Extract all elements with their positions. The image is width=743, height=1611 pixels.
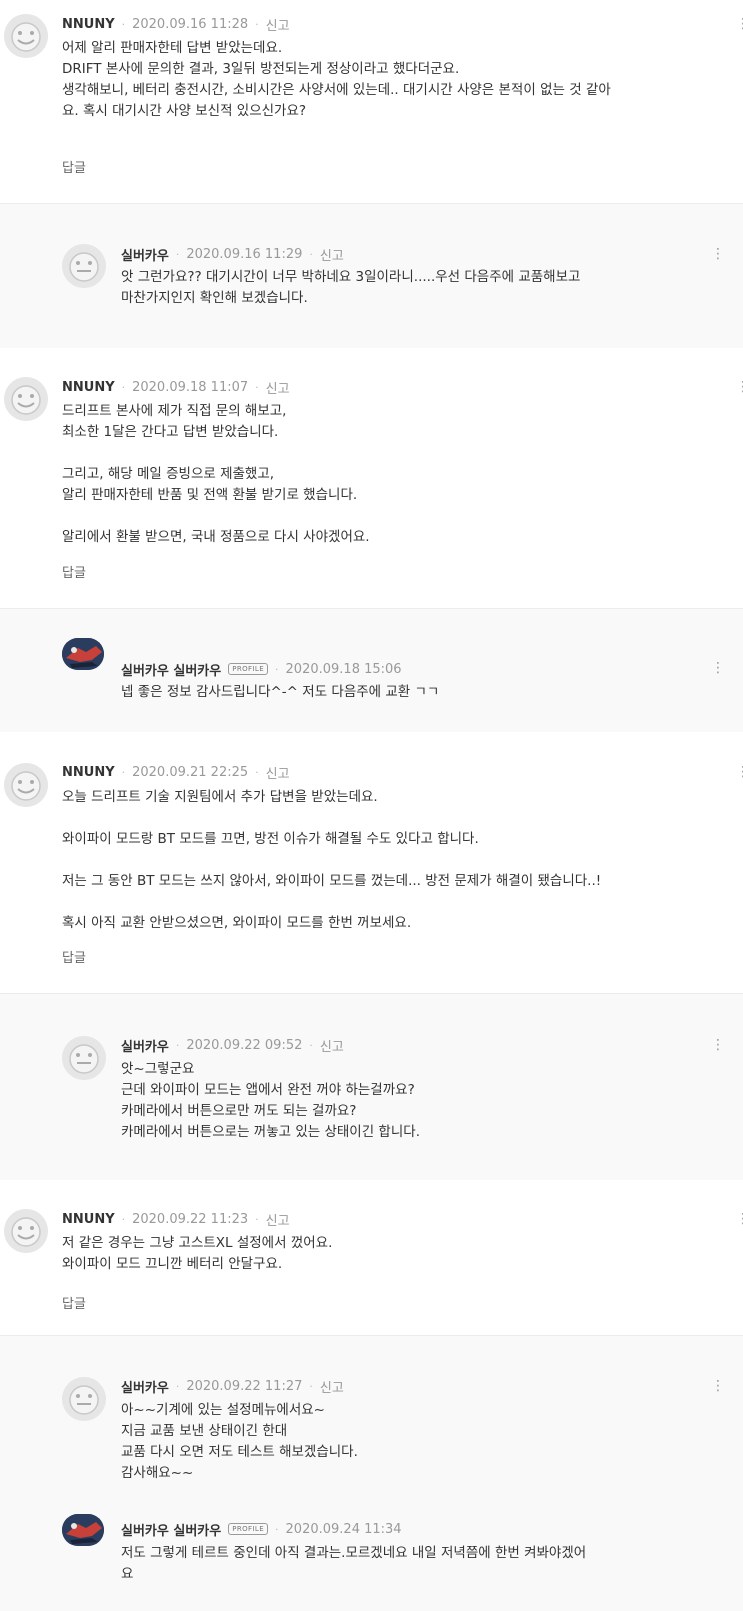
author-name[interactable]: 실버카우 <box>121 245 169 264</box>
more-vertical-icon[interactable]: ⋮ <box>711 247 725 261</box>
report-link[interactable]: 신고 <box>266 378 290 397</box>
comment-body: 앗 그런가요?? 대기시간이 너무 박하네요 3일이라니.....우선 다음주에… <box>121 269 581 306</box>
separator: · <box>275 662 279 676</box>
reply-thread: 실버카우 · 2020.09.22 11:27 · 신고 ⋮ 아~~기계에 있는… <box>0 1335 743 1611</box>
comment-meta: 실버카우 실버카우 PROFILE · 2020.09.24 11:34 <box>121 1520 402 1539</box>
separator: · <box>275 1522 279 1536</box>
comment-thread: NNUNY · 2020.09.21 22:25 · 신고 ⋮ 오늘 드리프트 … <box>0 732 743 993</box>
reply-button[interactable]: 답글 <box>62 157 86 176</box>
separator: · <box>121 1212 126 1226</box>
separator: · <box>121 17 126 31</box>
comment-body: 저도 그렇게 테르트 중인데 아직 결과는.모르겠네요 내일 저녁쯤에 한번 켜… <box>121 1545 587 1582</box>
report-link[interactable]: 신고 <box>266 15 290 34</box>
report-link[interactable]: 신고 <box>266 763 290 782</box>
author-name[interactable]: 실버카우 <box>121 1036 169 1055</box>
comment-body: 드리프트 본사에 제가 직접 문의 해보고, 최소한 1달은 간다고 답변 받았… <box>62 403 370 545</box>
author-name[interactable]: NNUNY <box>62 17 115 32</box>
author-name[interactable]: NNUNY <box>62 380 115 395</box>
author-name[interactable]: NNUNY <box>62 1212 115 1227</box>
smiley-avatar-icon <box>4 14 48 58</box>
comment-date: 2020.09.22 11:27 <box>186 1378 303 1394</box>
avatar[interactable] <box>4 377 48 421</box>
avatar[interactable] <box>62 1036 106 1080</box>
reply-thread: 실버카우 · 2020.09.16 11:29 · 신고 ⋮ 앗 그런가요?? … <box>0 203 743 349</box>
report-link[interactable]: 신고 <box>320 245 344 264</box>
reply-button[interactable]: 답글 <box>62 1293 86 1312</box>
comment-body: 저 같은 경우는 그냥 고스트XL 설정에서 껐어요. 와이파이 모드 끄니깐 … <box>62 1235 333 1272</box>
comment-meta: NNUNY · 2020.09.18 11:07 · 신고 <box>62 378 290 397</box>
comment-meta: 실버카우 · 2020.09.22 09:52 · 신고 <box>121 1036 344 1055</box>
separator: · <box>255 380 259 394</box>
comment-thread: NNUNY · 2020.09.16 11:28 · 신고 ⋮ 어제 알리 판매… <box>0 0 743 203</box>
comment-date: 2020.09.22 09:52 <box>186 1037 303 1053</box>
separator: · <box>309 247 313 261</box>
comment-meta: 실버카우 · 2020.09.22 11:27 · 신고 <box>121 1377 344 1396</box>
comment-meta: NNUNY · 2020.09.21 22:25 · 신고 <box>62 763 290 782</box>
separator: · <box>175 1038 180 1052</box>
reply-button[interactable]: 답글 <box>62 947 86 966</box>
profile-badge[interactable]: PROFILE <box>228 663 269 675</box>
separator: · <box>175 1379 180 1393</box>
separator: · <box>255 1212 259 1226</box>
smiley-avatar-icon <box>62 1036 106 1080</box>
comment-meta: 실버카우 실버카우 PROFILE · 2020.09.18 15:06 <box>121 660 402 679</box>
avatar[interactable] <box>4 763 48 807</box>
reply-thread: 실버카우 실버카우 PROFILE · 2020.09.18 15:06 ⋮ 넵… <box>0 608 743 733</box>
more-vertical-icon[interactable]: ⋮ <box>711 1379 725 1393</box>
more-vertical-icon[interactable]: ⋮ <box>736 765 743 779</box>
more-vertical-icon[interactable]: ⋮ <box>736 17 743 31</box>
smiley-avatar-icon <box>62 1377 106 1421</box>
smiley-avatar-icon <box>4 763 48 807</box>
avatar[interactable] <box>4 1209 48 1253</box>
smiley-avatar-icon <box>62 244 106 288</box>
author-name[interactable]: 실버카우 실버카우 <box>121 660 221 679</box>
comment-date: 2020.09.16 11:28 <box>132 16 249 32</box>
separator: · <box>255 765 259 779</box>
comment-date: 2020.09.18 11:07 <box>132 379 249 395</box>
author-name[interactable]: 실버카우 <box>121 1377 169 1396</box>
author-name[interactable]: 실버카우 실버카우 <box>121 1520 221 1539</box>
profile-photo-icon <box>62 638 104 670</box>
profile-badge[interactable]: PROFILE <box>228 1523 269 1535</box>
separator: · <box>121 380 126 394</box>
comment-body: 오늘 드리프트 기술 지원팀에서 추가 답변을 받았는데요. 와이파이 모드랑 … <box>62 789 602 931</box>
comment-date: 2020.09.21 22:25 <box>132 764 249 780</box>
profile-photo-avatar[interactable] <box>62 638 104 670</box>
smiley-avatar-icon <box>4 377 48 421</box>
more-vertical-icon[interactable]: ⋮ <box>736 1212 743 1226</box>
comment-meta: NNUNY · 2020.09.22 11:23 · 신고 <box>62 1210 290 1229</box>
separator: · <box>309 1038 313 1052</box>
separator: · <box>175 247 180 261</box>
report-link[interactable]: 신고 <box>320 1036 344 1055</box>
report-link[interactable]: 신고 <box>320 1377 344 1396</box>
comment-meta: NNUNY · 2020.09.16 11:28 · 신고 <box>62 15 290 34</box>
avatar[interactable] <box>62 244 106 288</box>
report-link[interactable]: 신고 <box>266 1210 290 1229</box>
comment-body: 넵 좋은 정보 감사드립니다^-^ 저도 다음주에 교환 ㄱㄱ <box>121 684 440 700</box>
comment-date: 2020.09.22 11:23 <box>132 1211 249 1227</box>
reply-button[interactable]: 답글 <box>62 562 86 581</box>
reply-thread: 실버카우 · 2020.09.22 09:52 · 신고 ⋮ 앗~그렇군요 근데… <box>0 993 743 1181</box>
comment-body: 어제 알리 판매자한테 답변 받았는데요. DRIFT 본사에 문의한 결과, … <box>62 40 611 119</box>
more-vertical-icon[interactable]: ⋮ <box>736 380 743 394</box>
avatar[interactable] <box>4 14 48 58</box>
more-vertical-icon[interactable]: ⋮ <box>711 661 725 675</box>
comment-meta: 실버카우 · 2020.09.16 11:29 · 신고 <box>121 245 344 264</box>
comment-thread: NNUNY · 2020.09.22 11:23 · 신고 ⋮ 저 같은 경우는… <box>0 1180 743 1335</box>
avatar[interactable] <box>62 1377 106 1421</box>
separator: · <box>255 17 259 31</box>
separator: · <box>309 1379 313 1393</box>
separator: · <box>121 765 126 779</box>
smiley-avatar-icon <box>4 1209 48 1253</box>
comment-date: 2020.09.18 15:06 <box>285 661 402 677</box>
comment-date: 2020.09.24 11:34 <box>285 1521 402 1537</box>
comment-date: 2020.09.16 11:29 <box>186 246 303 262</box>
comment-body: 아~~기계에 있는 설정메뉴에서요~ 지금 교품 보낸 상태이긴 한대 교품 다… <box>121 1402 358 1481</box>
comment-thread: NNUNY · 2020.09.18 11:07 · 신고 ⋮ 드리프트 본사에… <box>0 348 743 608</box>
profile-photo-icon <box>62 1514 104 1546</box>
comment-body: 앗~그렇군요 근데 와이파이 모드는 앱에서 완전 꺼야 하는걸까요? 카메라에… <box>121 1061 420 1140</box>
author-name[interactable]: NNUNY <box>62 765 115 780</box>
profile-photo-avatar[interactable] <box>62 1514 104 1546</box>
more-vertical-icon[interactable]: ⋮ <box>711 1038 725 1052</box>
